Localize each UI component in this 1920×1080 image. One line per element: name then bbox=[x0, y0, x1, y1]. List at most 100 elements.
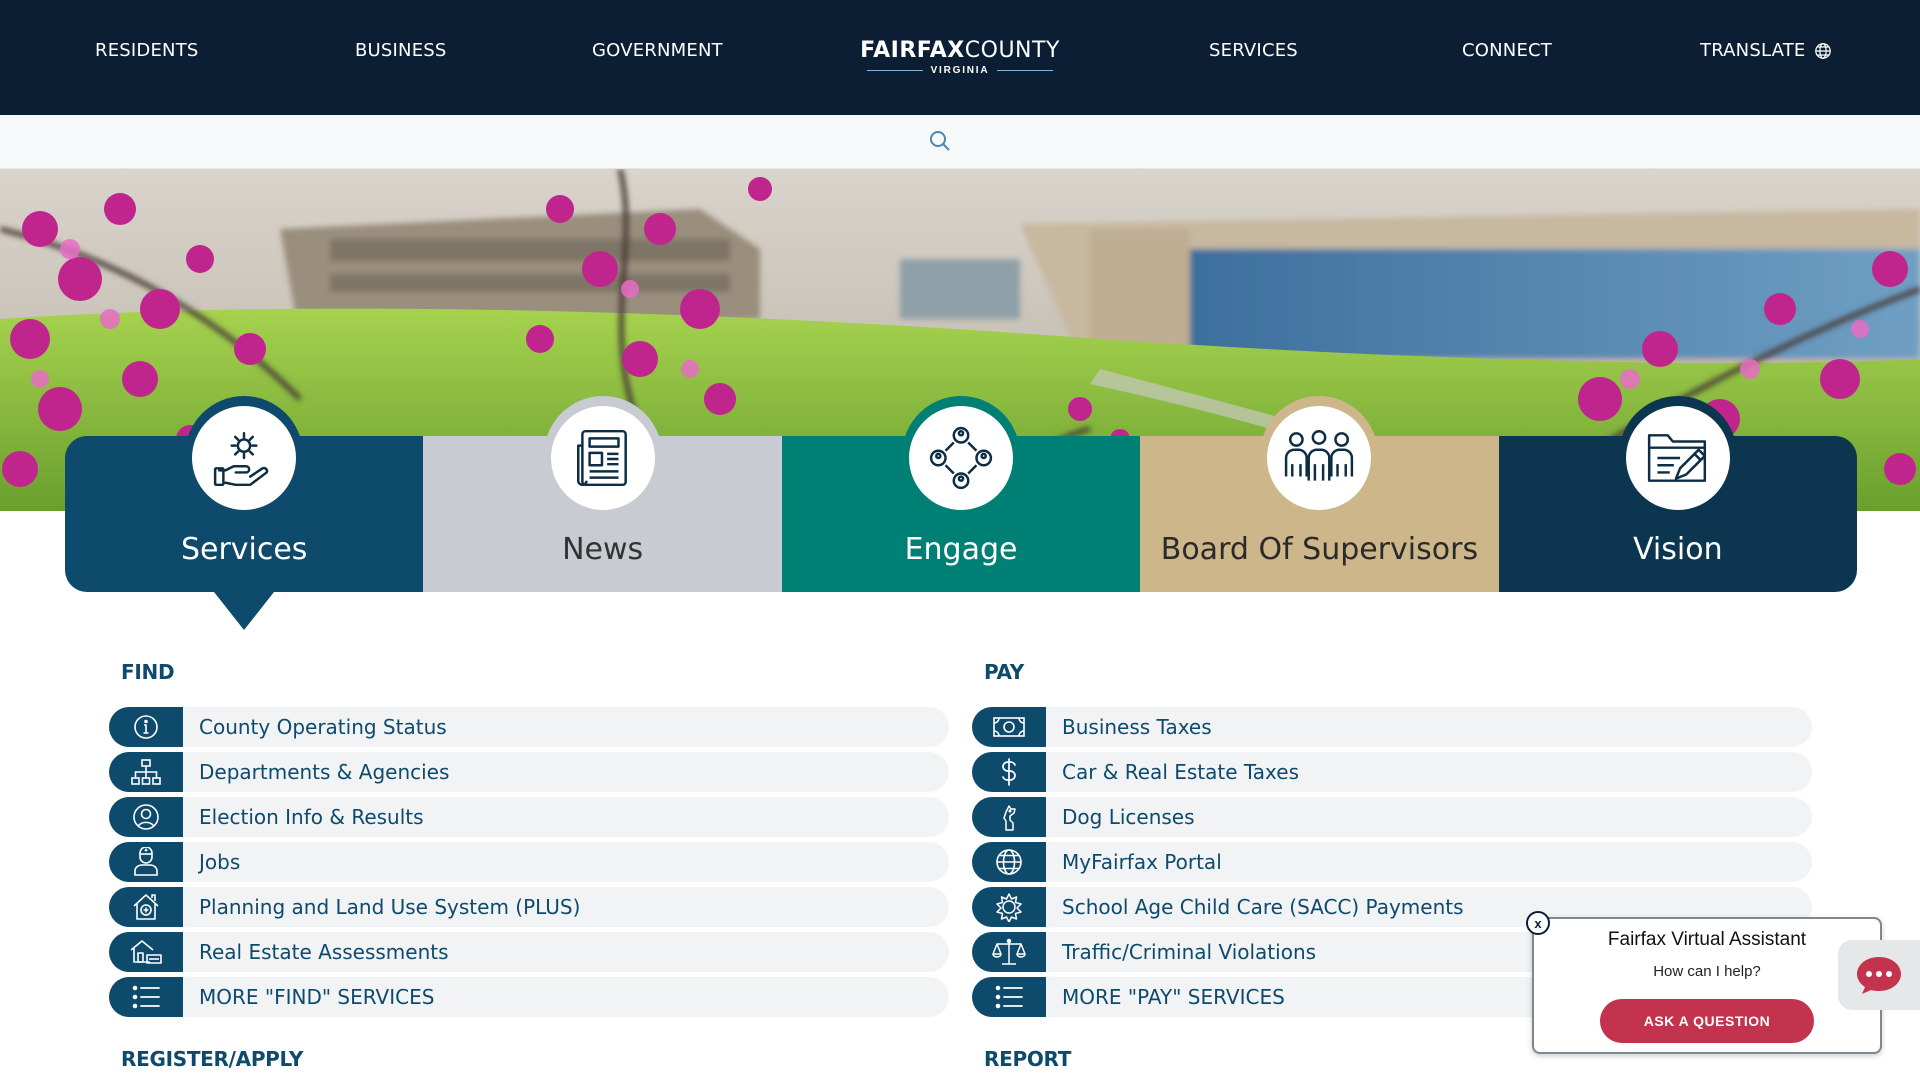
nav-business[interactable]: BUSINESS bbox=[355, 40, 447, 61]
tab-label: Engage bbox=[904, 532, 1018, 567]
row-icon-box bbox=[109, 842, 183, 882]
tab-icon-disc bbox=[192, 406, 297, 510]
tab-services[interactable]: Services bbox=[65, 396, 424, 630]
folder-pencil-icon bbox=[1647, 434, 1706, 482]
feature-tabs: Services News Engage Board Of Supervisor… bbox=[65, 396, 1858, 630]
search-bar[interactable] bbox=[0, 115, 1920, 169]
list-item[interactable]: Real Estate Assessments bbox=[109, 932, 949, 972]
list-item[interactable]: Departments & Agencies bbox=[109, 752, 949, 792]
list-item[interactable]: Dog Licenses bbox=[972, 797, 1812, 837]
fairfax-county-logo[interactable]: FAIRFAXCOUNTY VIRGINIA bbox=[860, 38, 1060, 76]
row-icon-box bbox=[972, 707, 1046, 747]
list-item-label: Business Taxes bbox=[1062, 715, 1212, 739]
logo-subline: VIRGINIA bbox=[860, 65, 1060, 76]
tab-board-of-supervisors[interactable]: Board Of Supervisors bbox=[1140, 396, 1499, 592]
list-item-label: County Operating Status bbox=[199, 715, 447, 739]
list-item-label: Election Info & Results bbox=[199, 805, 424, 829]
gear-hand-icon bbox=[214, 432, 269, 487]
search-icon[interactable] bbox=[928, 129, 952, 153]
logo-state-text: VIRGINIA bbox=[930, 65, 990, 76]
row-icon-box bbox=[109, 797, 183, 837]
list-item-label: MORE "FIND" SERVICES bbox=[199, 985, 435, 1009]
tab-icon-disc bbox=[550, 406, 655, 510]
row-icon-box bbox=[972, 932, 1046, 972]
list-item-label: Traffic/Criminal Violations bbox=[1062, 940, 1317, 964]
dog-icon bbox=[1003, 805, 1016, 831]
person-badge-icon bbox=[134, 847, 158, 876]
sun-icon bbox=[996, 893, 1022, 922]
info-icon bbox=[134, 715, 158, 739]
logo-bold-text: FAIRFAX bbox=[860, 38, 965, 63]
list-item[interactable]: MyFairfax Portal bbox=[972, 842, 1812, 882]
row-icon-box bbox=[972, 977, 1046, 1017]
row-icon-box bbox=[972, 887, 1046, 927]
tab-label: News bbox=[562, 532, 644, 567]
translate-label: TRANSLATE bbox=[1700, 40, 1806, 61]
house-plus-icon bbox=[133, 894, 159, 920]
globe-icon bbox=[996, 849, 1022, 875]
tab-icon-disc bbox=[909, 406, 1014, 510]
list-icon bbox=[995, 985, 1023, 1009]
cash-icon bbox=[993, 717, 1025, 737]
list-item-label: Real Estate Assessments bbox=[199, 940, 449, 964]
tab-icon-disc bbox=[1267, 406, 1372, 510]
nav-government[interactable]: GOVERNMENT bbox=[592, 40, 723, 61]
list-item[interactable]: County Operating Status bbox=[109, 707, 949, 747]
chat-launcher-button[interactable] bbox=[1838, 940, 1920, 1010]
list-item[interactable]: MORE "FIND" SERVICES bbox=[109, 977, 949, 1017]
top-navigation: RESIDENTS BUSINESS GOVERNMENT FAIRFAXCOU… bbox=[0, 0, 1920, 115]
find-section-title: FIND bbox=[121, 660, 175, 684]
row-icon-box bbox=[109, 707, 183, 747]
assistant-subtitle: How can I help? bbox=[1653, 963, 1761, 980]
logo-rule-left bbox=[866, 70, 923, 71]
row-icon-box bbox=[972, 842, 1046, 882]
list-item[interactable]: Car & Real Estate Taxes bbox=[972, 752, 1812, 792]
row-icon-box bbox=[109, 752, 183, 792]
globe-icon bbox=[1814, 42, 1831, 59]
newspaper-icon bbox=[576, 429, 627, 487]
list-item-label: MORE "PAY" SERVICES bbox=[1062, 985, 1285, 1009]
row-icon-box bbox=[109, 932, 183, 972]
scales-icon bbox=[992, 938, 1026, 965]
chat-bubble-icon bbox=[1857, 957, 1901, 994]
active-tab-pointer bbox=[214, 592, 275, 630]
group-people-icon bbox=[1285, 430, 1354, 481]
tab-vision[interactable]: Vision bbox=[1498, 396, 1858, 592]
user-circle-icon bbox=[133, 804, 159, 830]
virtual-assistant-popup: x Fairfax Virtual Assistant How can I he… bbox=[1526, 911, 1882, 1054]
house-assessment-icon bbox=[130, 940, 162, 964]
row-icon-box bbox=[972, 752, 1046, 792]
list-item-label: Planning and Land Use System (PLUS) bbox=[199, 895, 581, 919]
nav-services[interactable]: SERVICES bbox=[1209, 40, 1298, 61]
report-section-title: REPORT bbox=[984, 1047, 1072, 1071]
nav-residents[interactable]: RESIDENTS bbox=[95, 40, 199, 61]
list-item-label: MyFairfax Portal bbox=[1062, 850, 1222, 874]
list-item[interactable]: Business Taxes bbox=[972, 707, 1812, 747]
list-item[interactable]: Election Info & Results bbox=[109, 797, 949, 837]
org-chart-icon bbox=[131, 759, 161, 785]
logo-light-text: COUNTY bbox=[964, 38, 1060, 63]
assistant-title: Fairfax Virtual Assistant bbox=[1607, 929, 1807, 950]
logo-wordmark: FAIRFAXCOUNTY bbox=[860, 38, 1060, 63]
tab-engage[interactable]: Engage bbox=[781, 396, 1141, 592]
row-icon-box bbox=[972, 797, 1046, 837]
community-network-icon bbox=[929, 426, 993, 490]
logo-rule-right bbox=[997, 70, 1054, 71]
list-icon bbox=[132, 985, 160, 1009]
tab-news[interactable]: News bbox=[423, 396, 782, 592]
row-icon-box bbox=[109, 887, 183, 927]
tab-label: Vision bbox=[1633, 532, 1723, 567]
list-item-label: Dog Licenses bbox=[1062, 805, 1195, 829]
ask-a-question-button[interactable]: ASK A QUESTION bbox=[1600, 999, 1814, 1043]
list-item-label: Car & Real Estate Taxes bbox=[1062, 760, 1299, 784]
tab-label: Services bbox=[180, 532, 308, 567]
row-icon-box bbox=[109, 977, 183, 1017]
list-item[interactable]: Jobs bbox=[109, 842, 949, 882]
nav-connect[interactable]: CONNECT bbox=[1462, 40, 1552, 61]
register-apply-section-title: REGISTER/APPLY bbox=[121, 1047, 304, 1071]
list-item[interactable]: Planning and Land Use System (PLUS) bbox=[109, 887, 949, 927]
pay-section-title: PAY bbox=[984, 660, 1024, 684]
tab-label: Board Of Supervisors bbox=[1160, 532, 1479, 567]
find-list: County Operating Status Departments & Ag… bbox=[109, 707, 949, 1022]
nav-translate[interactable]: TRANSLATE bbox=[1700, 40, 1832, 61]
